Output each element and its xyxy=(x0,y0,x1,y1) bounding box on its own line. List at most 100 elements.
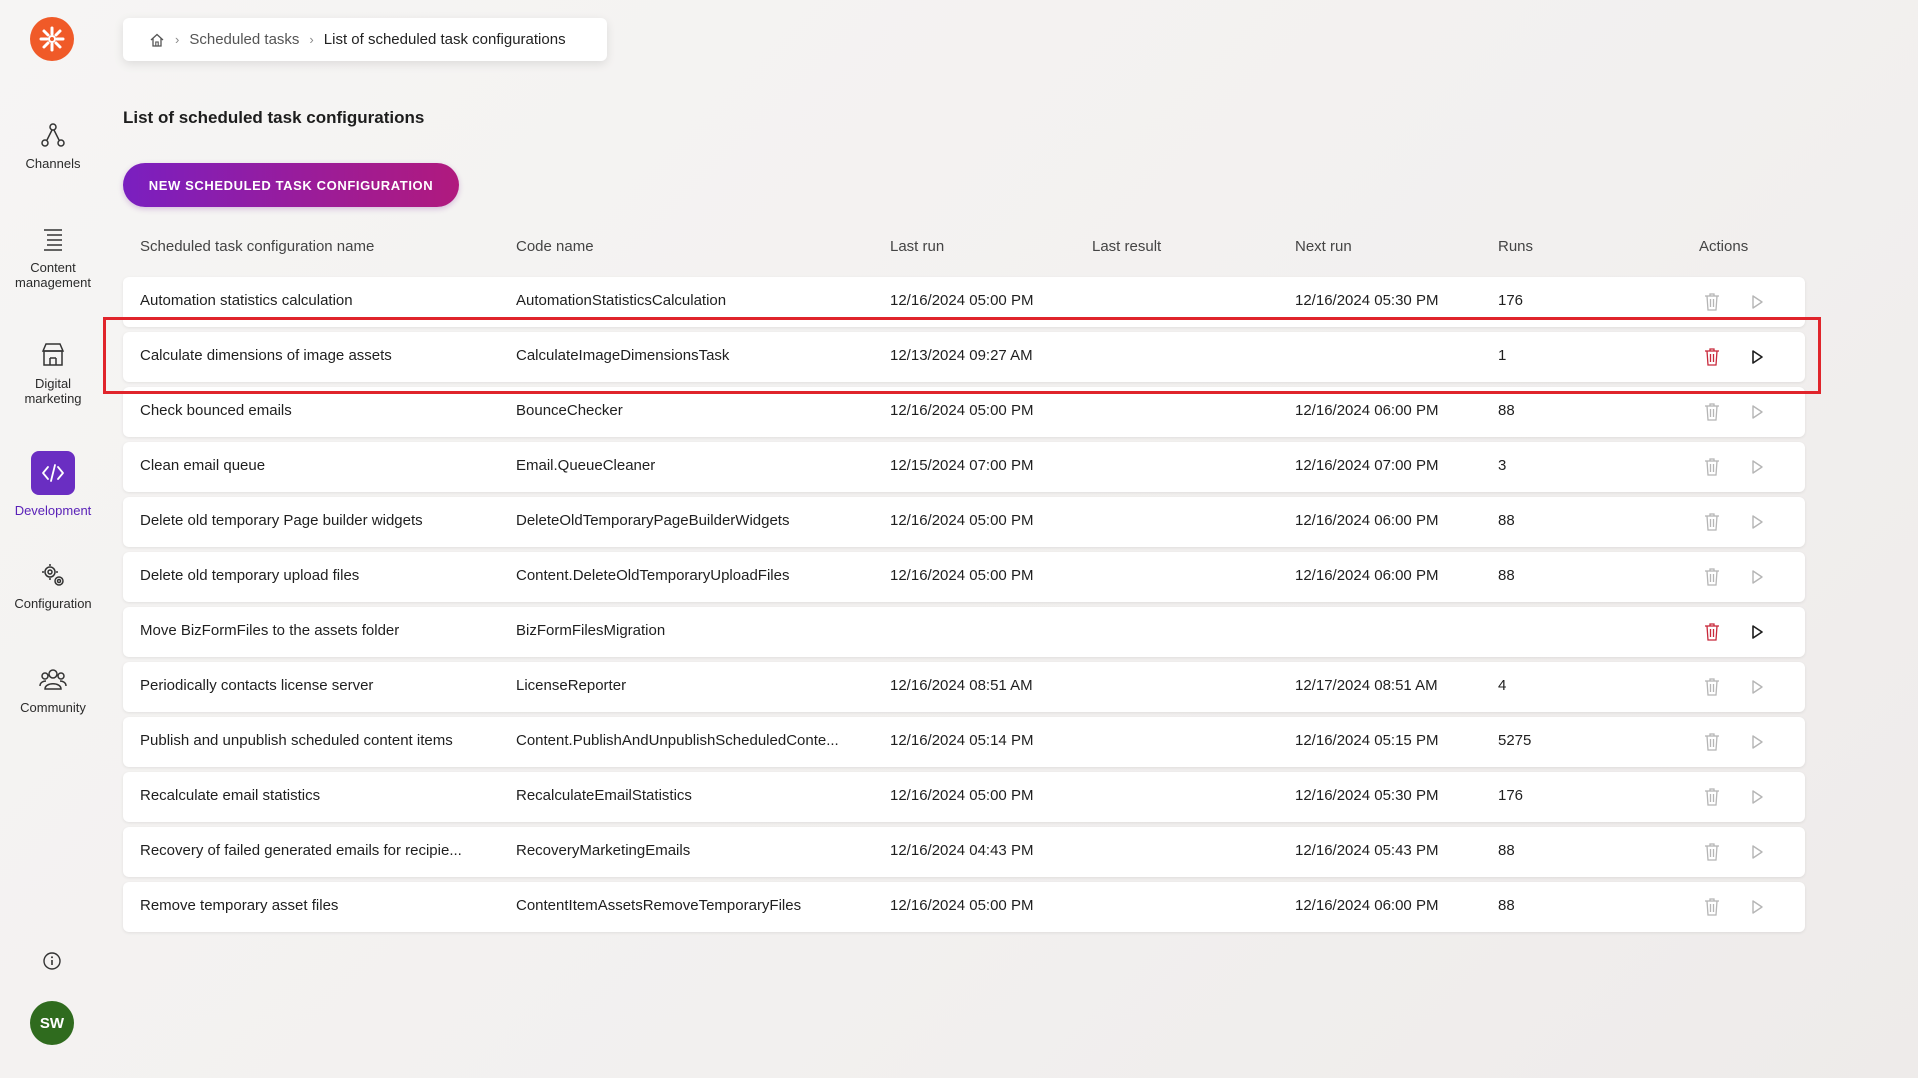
cell-code-name: RecoveryMarketingEmails xyxy=(516,842,691,859)
delete-icon[interactable] xyxy=(1703,457,1721,477)
sidebar-item-digital-marketing[interactable]: Digital marketing xyxy=(0,340,106,406)
delete-icon[interactable] xyxy=(1703,402,1721,422)
cell-last-run: 12/16/2024 08:51 AM xyxy=(890,677,1033,694)
community-icon xyxy=(39,669,67,690)
cell-last-run: 12/16/2024 05:00 PM xyxy=(890,402,1034,419)
cell-code-name: DeleteOldTemporaryPageBuilderWidgets xyxy=(516,512,790,529)
delete-icon[interactable] xyxy=(1703,622,1721,642)
cell-runs: 1 xyxy=(1498,347,1507,364)
table-row[interactable]: Clean email queue Email.QueueCleaner 12/… xyxy=(123,442,1805,492)
delete-icon[interactable] xyxy=(1703,677,1721,697)
column-header-runs[interactable]: Runs xyxy=(1498,238,1533,255)
run-icon[interactable] xyxy=(1748,898,1766,916)
run-icon[interactable] xyxy=(1748,678,1766,696)
breadcrumb: › Scheduled tasks › List of scheduled ta… xyxy=(123,18,607,61)
delete-icon[interactable] xyxy=(1703,732,1721,752)
column-header-code-name[interactable]: Code name xyxy=(516,238,594,255)
sidebar-item-configuration[interactable]: Configuration xyxy=(0,560,106,611)
delete-icon[interactable] xyxy=(1703,842,1721,862)
cell-name: Clean email queue xyxy=(140,457,266,474)
sidebar-item-label: Development xyxy=(14,503,92,518)
info-icon[interactable] xyxy=(41,950,63,972)
run-icon[interactable] xyxy=(1748,568,1766,586)
table-row[interactable]: Delete old temporary Page builder widget… xyxy=(123,497,1805,547)
cell-code-name: Content.DeleteOldTemporaryUploadFiles xyxy=(516,567,790,584)
cell-name: Check bounced emails xyxy=(140,402,292,419)
channels-icon xyxy=(41,123,65,147)
user-avatar[interactable]: SW xyxy=(30,1001,74,1045)
content-management-icon xyxy=(44,229,62,251)
cell-runs: 88 xyxy=(1498,842,1515,859)
sidebar-item-label: Community xyxy=(20,700,86,715)
cell-name: Automation statistics calculation xyxy=(140,292,353,309)
cell-runs: 88 xyxy=(1498,402,1515,419)
delete-icon[interactable] xyxy=(1703,787,1721,807)
cell-last-run: 12/13/2024 09:27 AM xyxy=(890,347,1033,364)
cell-next-run: 12/16/2024 05:30 PM xyxy=(1295,292,1439,309)
table-row[interactable]: Recalculate email statistics Recalculate… xyxy=(123,772,1805,822)
cell-runs: 176 xyxy=(1498,292,1524,309)
cell-runs: 88 xyxy=(1498,512,1515,529)
cell-next-run: 12/16/2024 07:00 PM xyxy=(1295,457,1439,474)
cell-runs: 88 xyxy=(1498,897,1515,914)
run-icon[interactable] xyxy=(1748,348,1766,366)
cell-code-name: ContentItemAssetsRemoveTemporaryFiles xyxy=(516,897,802,914)
sidebar-item-development[interactable]: Development xyxy=(0,451,106,518)
cell-next-run: 12/16/2024 06:00 PM xyxy=(1295,512,1439,529)
page-title: List of scheduled task configurations xyxy=(123,108,425,127)
sidebar-item-community[interactable]: Community xyxy=(0,664,106,715)
table-row[interactable]: Check bounced emails BounceChecker 12/16… xyxy=(123,387,1805,437)
table-row[interactable]: Delete old temporary upload files Conten… xyxy=(123,552,1805,602)
column-header-last-run[interactable]: Last run xyxy=(890,238,944,255)
cell-code-name: BounceChecker xyxy=(516,402,623,419)
breadcrumb-separator: › xyxy=(309,32,314,47)
breadcrumb-current: List of scheduled task configurations xyxy=(323,31,566,48)
cell-name: Move BizFormFiles to the assets folder xyxy=(140,622,400,639)
column-header-next-run[interactable]: Next run xyxy=(1295,238,1352,255)
run-icon[interactable] xyxy=(1748,623,1766,641)
delete-icon[interactable] xyxy=(1703,897,1721,917)
cell-code-name: RecalculateEmailStatistics xyxy=(516,787,692,804)
column-header-last-result[interactable]: Last result xyxy=(1092,238,1161,255)
home-icon[interactable] xyxy=(149,32,165,48)
breadcrumb-scheduled-tasks[interactable]: Scheduled tasks xyxy=(189,31,299,48)
cell-runs: 88 xyxy=(1498,567,1515,584)
table-row[interactable]: Recovery of failed generated emails for … xyxy=(123,827,1805,877)
run-icon[interactable] xyxy=(1748,458,1766,476)
avatar-initials: SW xyxy=(39,1014,65,1032)
new-scheduled-task-configuration-button[interactable]: NEW SCHEDULED TASK CONFIGURATION xyxy=(123,163,459,207)
run-icon[interactable] xyxy=(1748,513,1766,531)
run-icon[interactable] xyxy=(1748,733,1766,751)
breadcrumb-separator: › xyxy=(175,32,180,47)
run-icon[interactable] xyxy=(1748,788,1766,806)
delete-icon[interactable] xyxy=(1703,347,1721,367)
sidebar-item-channels[interactable]: Channels xyxy=(0,120,106,171)
app-logo[interactable] xyxy=(30,17,74,61)
cell-last-run: 12/16/2024 04:43 PM xyxy=(890,842,1034,859)
cell-next-run: 12/17/2024 08:51 AM xyxy=(1295,677,1438,694)
cell-last-run: 12/16/2024 05:00 PM xyxy=(890,787,1034,804)
cell-runs: 3 xyxy=(1498,457,1507,474)
cell-code-name: LicenseReporter xyxy=(516,677,627,694)
run-icon[interactable] xyxy=(1748,293,1766,311)
delete-icon[interactable] xyxy=(1703,512,1721,532)
table-row[interactable]: Publish and unpublish scheduled content … xyxy=(123,717,1805,767)
table-row[interactable]: Calculate dimensions of image assets Cal… xyxy=(123,332,1805,382)
cell-name: Remove temporary asset files xyxy=(140,897,339,914)
cell-next-run: 12/16/2024 05:15 PM xyxy=(1295,732,1439,749)
run-icon[interactable] xyxy=(1748,843,1766,861)
table-row[interactable]: Remove temporary asset files ContentItem… xyxy=(123,882,1805,932)
cell-name: Recovery of failed generated emails for … xyxy=(140,842,462,859)
sidebar-item-label: Channels xyxy=(25,156,81,171)
table-row[interactable]: Periodically contacts license server Lic… xyxy=(123,662,1805,712)
cell-code-name: BizFormFilesMigration xyxy=(516,622,666,639)
development-icon xyxy=(31,451,75,495)
run-icon[interactable] xyxy=(1748,403,1766,421)
sidebar-item-content-management[interactable]: Content management xyxy=(0,224,106,290)
delete-icon[interactable] xyxy=(1703,567,1721,587)
table-row[interactable]: Move BizFormFiles to the assets folder B… xyxy=(123,607,1805,657)
table-row[interactable]: Automation statistics calculation Automa… xyxy=(123,277,1805,327)
column-header-name[interactable]: Scheduled task configuration name xyxy=(140,238,374,255)
delete-icon[interactable] xyxy=(1703,292,1721,312)
cell-last-run: 12/16/2024 05:00 PM xyxy=(890,567,1034,584)
